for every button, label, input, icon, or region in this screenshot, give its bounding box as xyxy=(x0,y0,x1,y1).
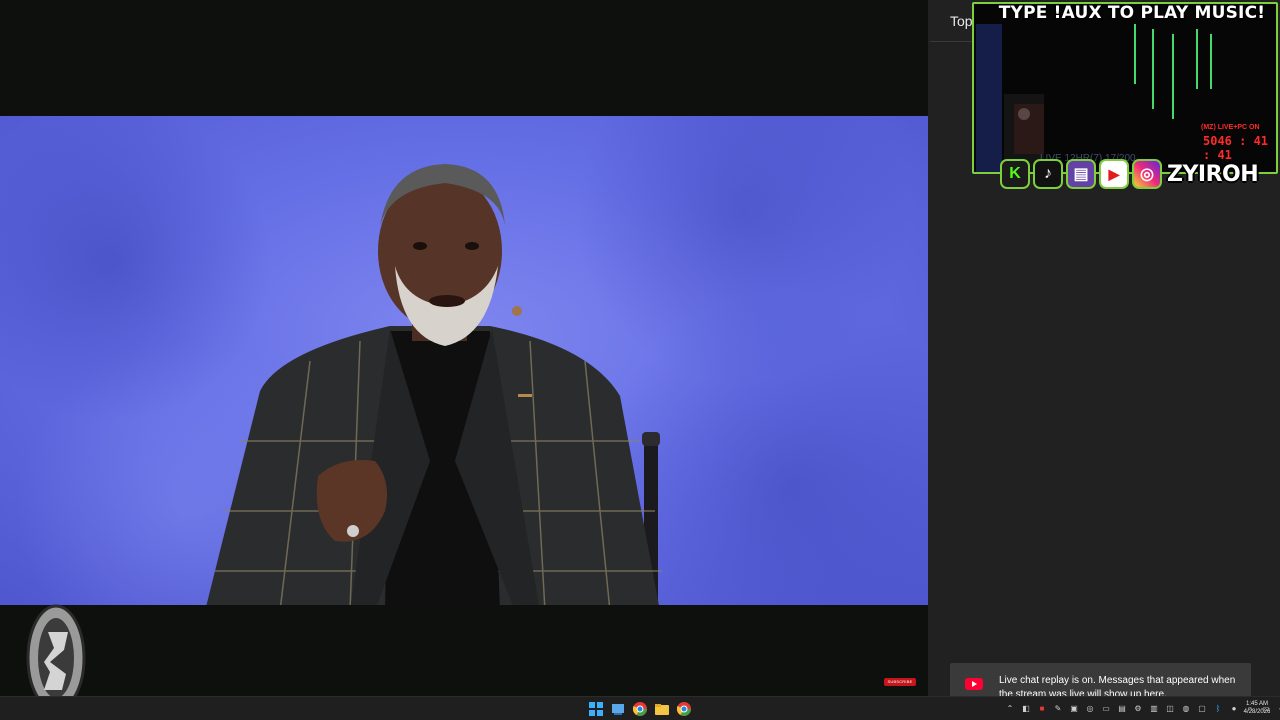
app-tray-icon[interactable]: ◧ xyxy=(1020,702,1032,714)
subscribe-badge[interactable]: SUBSCRIBE xyxy=(884,678,916,686)
tiktok-icon: ♪ xyxy=(1033,159,1063,189)
chevron-up-icon[interactable]: ⌃ xyxy=(1004,702,1016,714)
volume-icon[interactable]: ◁ xyxy=(1276,702,1280,714)
screen: SUBSCRIBE Top TYPE !AUX TO PLAY MUSIC! (… xyxy=(0,0,1280,720)
app-tray-icon[interactable]: ⚙ xyxy=(1132,702,1144,714)
top-chat-label: Top xyxy=(950,13,973,29)
chrome-icon[interactable] xyxy=(676,701,692,717)
app-tray-icon[interactable]: ✎ xyxy=(1052,702,1064,714)
folder-icon[interactable] xyxy=(654,701,670,717)
video-frame[interactable] xyxy=(0,116,928,605)
social-links-row: K ♪ ▤ ▶ ◎ ZYIROH xyxy=(1000,159,1259,189)
task-view-icon[interactable] xyxy=(610,701,626,717)
app-tray-icon[interactable]: ▢ xyxy=(1196,702,1208,714)
youtube-logo-icon xyxy=(965,678,983,690)
windows-taskbar: ⌃ ◧ ■ ✎ ▣ ◎ ▭ ▤ ⚙ ▥ ◫ ◍ ▢ ᛒ ● ∩ ▭ ◁ 1:45… xyxy=(0,696,1280,720)
bluetooth-icon[interactable]: ᛒ xyxy=(1212,702,1224,714)
video-player[interactable]: SUBSCRIBE xyxy=(0,0,928,712)
app-tray-icon[interactable]: ■ xyxy=(1036,702,1048,714)
clock-time: 1:45 AM xyxy=(1245,701,1268,707)
overlay-timer-label: (MZ) LIVE+PC ON xyxy=(1201,124,1260,131)
app-tray-icon[interactable]: ◍ xyxy=(1180,702,1192,714)
app-tray-icon[interactable]: ▥ xyxy=(1148,702,1160,714)
taskbar-pinned-apps xyxy=(588,701,692,717)
clock-date: 4/28/2026 xyxy=(1243,709,1271,715)
app-tray-icon[interactable]: ▣ xyxy=(1068,702,1080,714)
taskbar-clock[interactable]: 1:45 AM 4/28/2026 xyxy=(1238,700,1276,716)
instagram-icon: ◎ xyxy=(1132,159,1162,189)
twitch-icon: ▤ xyxy=(1066,159,1096,189)
replay-notice-text: Live chat replay is on. Messages that ap… xyxy=(999,675,1236,696)
speaker-figure xyxy=(206,164,662,605)
streamer-handle: ZYIROH xyxy=(1167,161,1259,187)
live-chat-replay-notice: Live chat replay is on. Messages that ap… xyxy=(950,663,1251,696)
app-tray-icon[interactable]: ◫ xyxy=(1164,702,1176,714)
app-tray-icon[interactable]: ▭ xyxy=(1100,702,1112,714)
overlay-banner-text: TYPE !AUX TO PLAY MUSIC! xyxy=(998,3,1266,23)
app-tray-icon[interactable]: ◎ xyxy=(1084,702,1096,714)
windows-start-icon[interactable] xyxy=(588,701,604,717)
kick-icon: K xyxy=(1000,159,1030,189)
youtube-icon: ▶ xyxy=(1099,159,1129,189)
app-tray-icon[interactable]: ▤ xyxy=(1116,702,1128,714)
top-chat-selector[interactable]: Top xyxy=(930,0,976,42)
chrome-icon[interactable] xyxy=(632,701,648,717)
overlay-timer: 5046 : 41 : 41 xyxy=(1203,134,1269,162)
